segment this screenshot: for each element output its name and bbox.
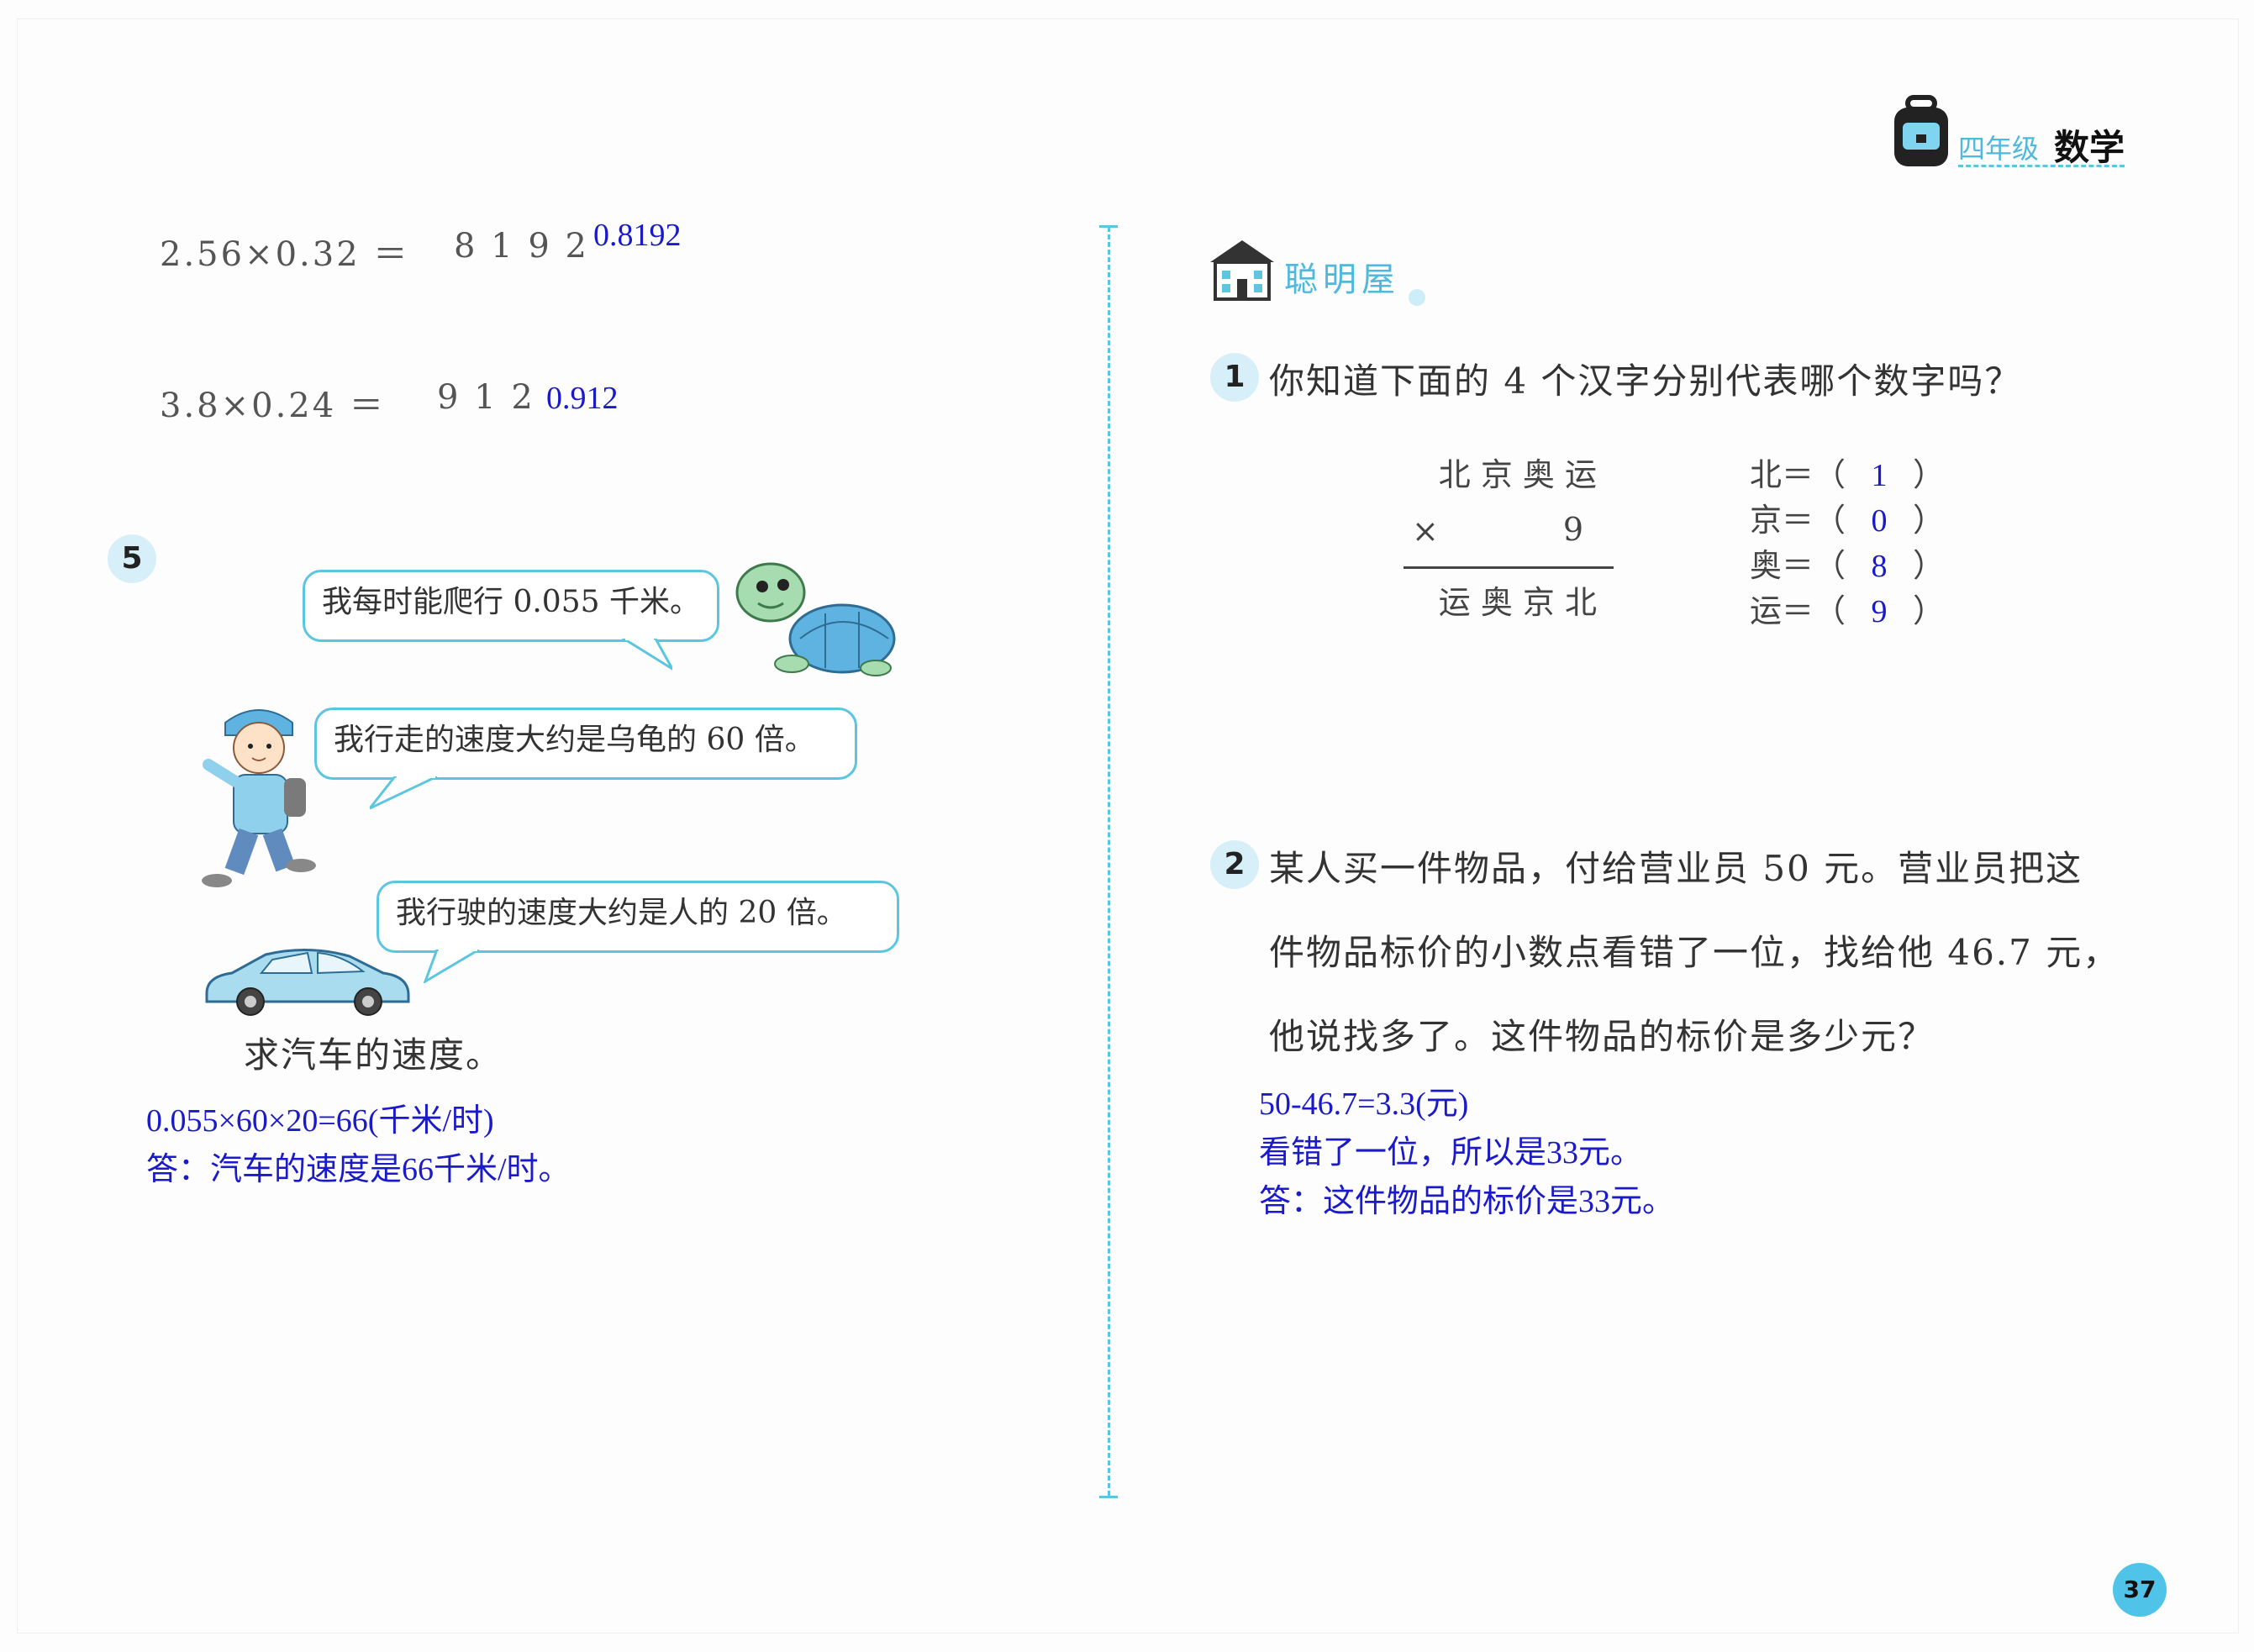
equation-1-expr: 2.56×0.32 ＝ [160,235,410,274]
boy-illustration [202,709,316,887]
header-logo: 四年级 数学 [1891,94,2143,170]
answer-row-close: ） [1913,502,1946,539]
question-2-number: 2 [1210,840,1259,889]
question-2-line-3: 他说找多了。这件物品的标价是多少元？ [1269,1016,1935,1057]
answer-row-close: ） [1913,547,1946,584]
question-5-answer-2: 答：汽车的速度是66千米/时。 [146,1152,571,1187]
answer-row-value: 1 [1871,458,1888,493]
question-5-text: 求汽车的速度。 [244,1034,503,1076]
turtle-illustration [735,562,896,676]
question-5-answer-1: 0.055×60×20=66(千米/时) [146,1103,494,1139]
header-underline [1958,165,2125,167]
equation-2: 3.8×0.24 ＝ [160,378,386,427]
question-1-number: 1 [1210,353,1259,402]
bubble-boy-tail [370,776,437,810]
answer-row-close: ） [1913,456,1946,493]
multiplier: 9 [1562,511,1583,548]
multiplication-problem: 北 京 奥 运 × 9 运 奥 京 北 [1403,449,1614,634]
digit-answers: 北＝（ 1 ） 京＝（ 0 ） 奥＝（ 8 ） 运＝（ 9 ） [1750,449,2002,634]
center-divider [1108,227,1110,1496]
times-sign: × [1412,513,1439,550]
multiplicand: 北 京 奥 运 [1438,456,1597,493]
bubble-car-tail [423,950,479,983]
equation-1-answer: 0.8192 [593,218,682,253]
answer-row-label: 北＝（ [1750,456,1846,493]
bubble-turtle: 我每时能爬行 0.055 千米。 [303,570,719,642]
answer-row-value: 9 [1871,594,1888,629]
question-2-answer-3: 答：这件物品的标价是33元。 [1259,1184,1675,1219]
product-rule [1403,566,1614,569]
answer-row-jing: 京＝（ 0 ） [1750,494,1945,540]
answer-row-yun: 运＝（ 9 ） [1750,585,1945,631]
answer-row-close: ） [1913,592,1946,629]
question-2-line-1: 某人买一件物品，付给营业员 50 元。营业员把这 [1269,848,2083,889]
grade-label: 四年级 [1958,133,2040,165]
answer-row-bei: 北＝（ 1 ） [1750,449,1945,495]
section-title-dot [1409,289,1425,306]
answer-row-ao: 奥＝（ 8 ） [1750,539,1945,586]
backpack-icon [1894,95,1948,166]
equation-2-expr: 3.8×0.24 ＝ [160,387,386,425]
question-5-number: 5 [108,534,156,583]
divider-cap-bottom [1099,1496,1118,1498]
equation-1: 2.56×0.32 ＝ [160,227,409,276]
equation-2-digits: 9 1 2 [437,378,535,417]
answer-row-value: 0 [1871,503,1888,539]
bubble-boy: 我行走的速度大约是乌龟的 60 倍。 [314,708,857,780]
product: 运 奥 京 北 [1438,584,1597,621]
divider-cap-top [1099,225,1118,228]
answer-row-value: 8 [1871,549,1888,584]
bubble-car: 我行驶的速度大约是人的 20 倍。 [377,881,899,953]
equation-2-answer: 0.912 [546,381,619,416]
car-illustration [205,948,410,1016]
section-title: 聪明屋 [1284,260,1400,299]
answer-row-label: 运＝（ [1750,592,1846,629]
question-2-line-2: 件物品标价的小数点看错了一位，找给他 46.7 元， [1269,932,2120,973]
question-2-answer-2: 看错了一位，所以是33元。 [1259,1135,1643,1171]
bubble-turtle-tail [622,639,672,671]
answer-row-label: 奥＝（ [1750,547,1846,584]
answer-row-label: 京＝（ [1750,502,1846,539]
question-2-answer-1: 50-46.7=3.3(元) [1259,1086,1469,1122]
equation-1-digits: 8 1 9 2 [454,227,589,266]
school-building-icon [1210,240,1274,301]
subject-label: 数学 [2054,127,2125,168]
page-number-badge: 37 [2113,1563,2167,1617]
question-1-text: 你知道下面的 4 个汉字分别代表哪个数字吗？ [1269,360,2022,402]
